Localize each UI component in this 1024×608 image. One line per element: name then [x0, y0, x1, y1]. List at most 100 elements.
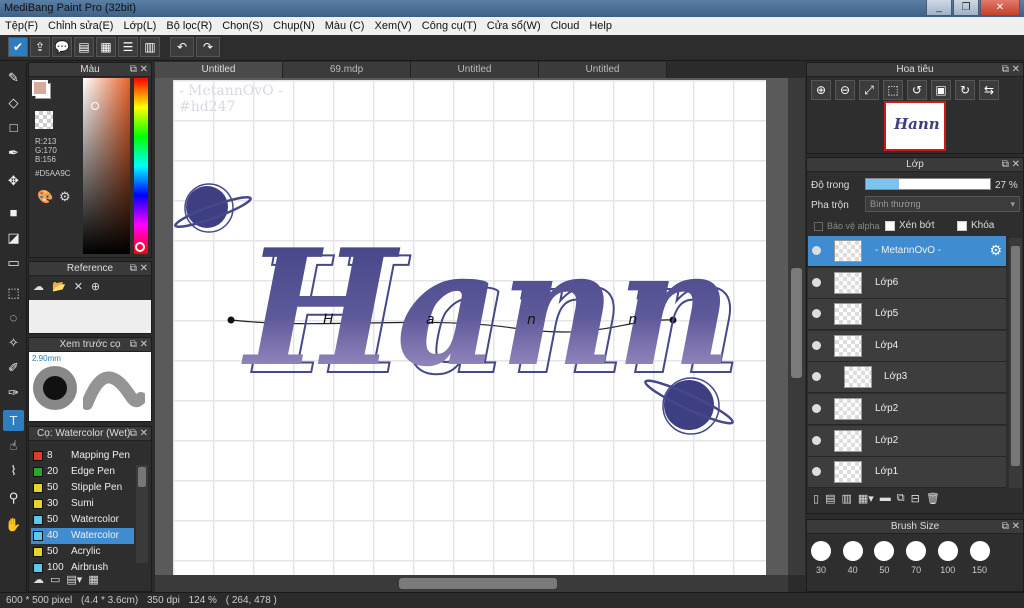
add-layer-menu-icon[interactable]: ▦▾ [858, 492, 874, 505]
layer-list-scrollbar[interactable] [1009, 238, 1022, 488]
redo-icon[interactable]: ↷ [196, 37, 220, 57]
panel-controls-icon[interactable]: ⧉ ✕ [1002, 158, 1020, 172]
visibility-eye-icon[interactable] [812, 372, 821, 382]
pen-tool-icon[interactable]: ✒ [3, 142, 24, 163]
magic-wand-tool-icon[interactable]: ✧ [3, 332, 24, 353]
move-tool-icon[interactable]: ✥ [3, 170, 24, 191]
menu-cloud[interactable]: Cloud [546, 20, 585, 32]
document-icon[interactable]: ▦ [96, 37, 116, 57]
panel-controls-icon[interactable]: ⧉ ✕ [1002, 63, 1020, 77]
panel-controls-icon[interactable]: ⧉ ✕ [130, 262, 148, 276]
brush-item[interactable]: 40 Watercolor [31, 528, 134, 544]
color-settings-icon[interactable]: ⚙ [59, 189, 71, 205]
layer-row[interactable]: Lớp6 [808, 267, 1006, 299]
reset-rotation-icon[interactable]: ▣ [931, 80, 951, 100]
tab-document[interactable]: 69.mdp [283, 62, 411, 78]
zoom-in-icon[interactable]: ⊕ [811, 80, 831, 100]
visibility-eye-icon[interactable] [812, 340, 821, 350]
visibility-eye-icon[interactable] [812, 277, 821, 287]
operation-tool-icon[interactable]: ☝ [3, 435, 24, 456]
brush-item[interactable]: 30 Sumi [31, 496, 134, 512]
lasso-tool-icon[interactable]: ◌ [3, 307, 24, 328]
list-icon[interactable]: ☰ [118, 37, 138, 57]
brush-size-dot[interactable] [906, 541, 927, 561]
maximize-button[interactable]: ❐ [953, 0, 979, 16]
menu-file[interactable]: Tệp(F) [0, 20, 43, 32]
close-button[interactable]: ✕ [980, 0, 1020, 16]
panel-controls-icon[interactable]: ⧉ ✕ [130, 63, 148, 77]
actual-size-icon[interactable]: ⬚ [883, 80, 903, 100]
flip-icon[interactable]: ⇆ [979, 80, 999, 100]
hue-slider-handle[interactable] [135, 242, 145, 252]
rotate-left-icon[interactable]: ↺ [907, 80, 927, 100]
share-icon[interactable]: ⇪ [30, 37, 50, 57]
brush-size-dot[interactable] [969, 541, 990, 561]
bucket-tool-icon[interactable]: ◪ [3, 227, 24, 248]
new-halftone-layer-icon[interactable]: ▤ [825, 492, 835, 505]
dot-tool-icon[interactable]: □ [3, 117, 24, 138]
primary-color-swatch[interactable] [32, 80, 48, 96]
zoom-out-icon[interactable]: ⊖ [835, 80, 855, 100]
tab-document[interactable]: Untitled [155, 62, 283, 78]
visibility-eye-icon[interactable] [812, 404, 821, 413]
eyedropper-tool-icon[interactable]: ⚲ [3, 487, 24, 508]
comment-icon[interactable]: 💬 [52, 37, 72, 57]
minimize-button[interactable]: _ [926, 0, 952, 16]
palette-icon[interactable]: 🎨 [37, 189, 53, 205]
panel-controls-icon[interactable]: ⧉ ✕ [130, 427, 148, 441]
vertical-scroll-thumb[interactable] [791, 268, 802, 378]
menu-window[interactable]: Cửa sổ(W) [482, 20, 546, 32]
delete-layer-icon[interactable]: 🗑 [926, 492, 940, 505]
tab-document[interactable]: Untitled [411, 62, 539, 78]
visibility-eye-icon[interactable] [812, 309, 821, 319]
lock-checkbox[interactable] [957, 220, 967, 231]
text-tool-icon[interactable]: T [3, 410, 24, 431]
navigator-thumbnail[interactable]: Hann [884, 101, 946, 151]
panel-controls-icon[interactable]: ⧉ ✕ [130, 338, 148, 352]
menu-layer[interactable]: Lớp(L) [118, 20, 161, 32]
horizontal-scroll-thumb[interactable] [399, 578, 557, 589]
brush-item[interactable]: 50 Acrylic [31, 544, 134, 560]
layer-row[interactable]: Lớp2 [808, 425, 1006, 457]
new-layer-icon[interactable]: ▯ [813, 492, 819, 505]
hand-tool-icon[interactable]: ✋ [3, 514, 24, 535]
menu-color[interactable]: Màu (C) [320, 20, 370, 32]
select-eraser-tool-icon[interactable]: ✑ [3, 382, 24, 403]
menu-edit[interactable]: Chỉnh sửa(E) [43, 20, 118, 32]
grid-icon[interactable]: ▥ [140, 37, 160, 57]
menu-view[interactable]: Xem(V) [369, 20, 416, 32]
brush-size-dot[interactable] [842, 541, 863, 561]
brush-item[interactable]: 50 Stipple Pen [31, 480, 134, 496]
fill-rect-tool-icon[interactable]: ■ [3, 202, 24, 223]
brush-size-dot[interactable] [937, 541, 958, 561]
layer-row[interactable]: Lớp2 [808, 394, 1006, 425]
layer-row[interactable]: Lớp4 [808, 330, 1006, 362]
rotate-right-icon[interactable]: ↻ [955, 80, 975, 100]
layer-settings-icon[interactable]: ⚙ [989, 242, 1002, 259]
menu-tools[interactable]: Công cụ(T) [417, 20, 482, 32]
divide-tool-icon[interactable]: ⌇ [3, 460, 24, 481]
visibility-eye-icon[interactable] [812, 467, 821, 477]
menu-filter[interactable]: Bộ lọc(R) [161, 20, 217, 32]
zoom-reference-icon[interactable]: ⊕ [91, 280, 100, 293]
protect-alpha-checkbox[interactable] [814, 221, 823, 231]
opacity-slider[interactable] [865, 178, 991, 190]
saturation-brightness-picker[interactable] [83, 78, 130, 254]
duplicate-layer-icon[interactable]: ⧉ [897, 492, 905, 505]
tab-document[interactable]: Untitled [539, 62, 667, 78]
layer-row[interactable]: Lớp1 [808, 457, 1006, 489]
fit-window-icon[interactable]: ⤢ [859, 80, 879, 100]
undo-icon[interactable]: ↶ [170, 37, 194, 57]
clipping-checkbox[interactable] [885, 220, 895, 231]
cloud-load-icon[interactable]: ☁ [33, 280, 44, 293]
gradient-tool-icon[interactable]: ▭ [3, 252, 24, 273]
brush-size-dot[interactable] [811, 541, 831, 561]
layer-row[interactable]: Lớp3 [808, 362, 1006, 394]
hue-slider[interactable] [134, 78, 148, 254]
visibility-eye-icon[interactable] [812, 435, 821, 445]
brush-tool-icon[interactable]: ✎ [3, 67, 24, 88]
cloud-save-icon[interactable]: ✔ [8, 37, 28, 57]
select-pen-tool-icon[interactable]: ✐ [3, 357, 24, 378]
brush-item[interactable]: 100 Airbrush [31, 560, 134, 576]
new-folder-icon[interactable]: ▬ [880, 492, 891, 505]
